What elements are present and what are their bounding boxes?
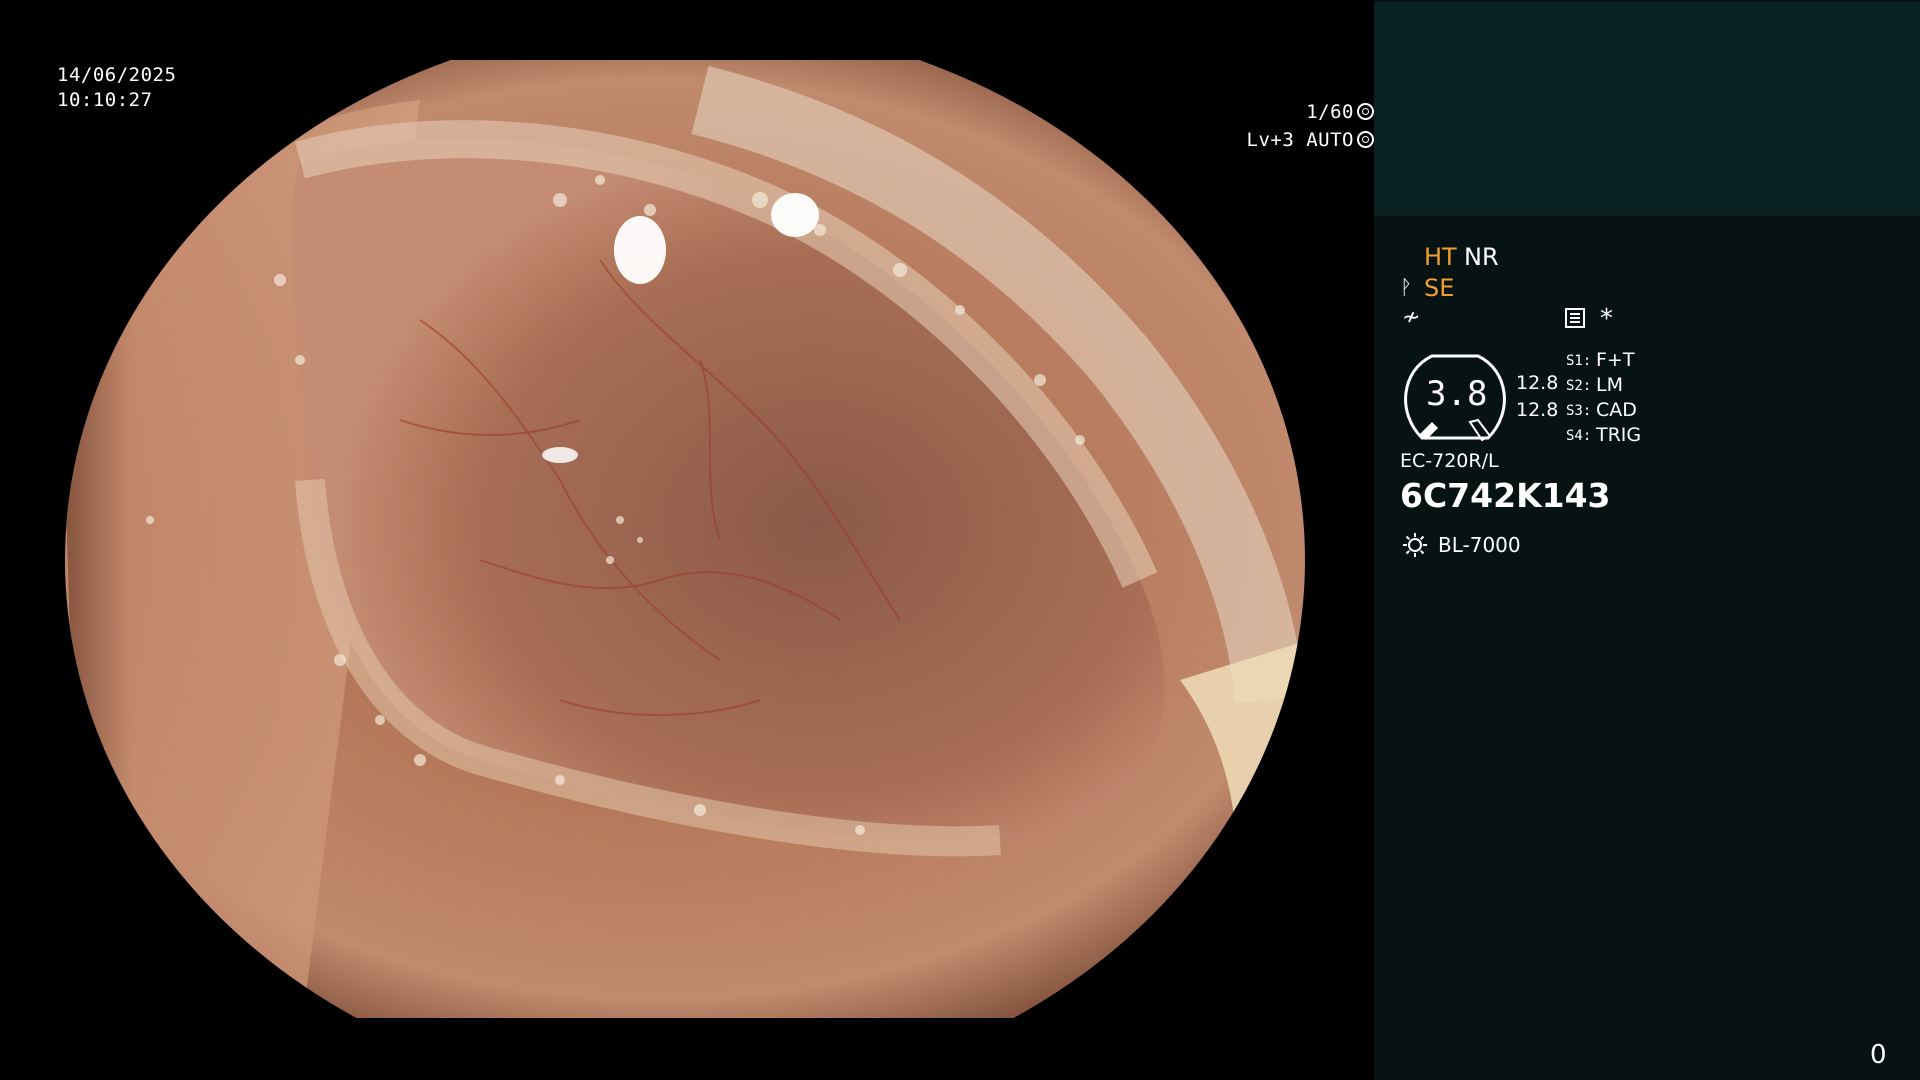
frame-counter: 0	[1870, 1040, 1887, 1070]
level-text: Lv+3 AUTO	[1246, 129, 1354, 151]
light-bulb-icon	[1403, 533, 1427, 557]
time-text: 10:10:27	[57, 89, 153, 111]
switch-3-key: S3:	[1566, 403, 1592, 419]
date-text: 14/06/2025	[57, 64, 177, 86]
gauge-value: 3.8	[1426, 374, 1488, 414]
status-panel: HT NR ᚹ SE ≁ * 3.8 12.8 12.8 S1: F+T S2:…	[1374, 0, 1920, 1080]
switch-3-value: CAD	[1596, 399, 1637, 421]
exposure-readout: 1/60 Lv+3 AUTO	[1247, 98, 1374, 154]
scissor-icon: ᚹ	[1400, 275, 1412, 299]
se-indicator: SE	[1424, 274, 1455, 302]
endoscopic-image	[0, 60, 1374, 1018]
freeze-icon: ≁	[1402, 305, 1421, 330]
menu-icon	[1565, 308, 1585, 328]
nr-indicator: NR	[1464, 243, 1499, 271]
panel-header-area	[1374, 2, 1920, 216]
iris-icon	[1357, 131, 1374, 148]
colon-mucosa-image	[65, 60, 1305, 1018]
scope-serial: 6C742K143	[1400, 476, 1611, 515]
date-time-readout: 14/06/2025 10:10:27	[57, 63, 176, 113]
switch-2-key: S2:	[1566, 378, 1592, 394]
switch-1-key: S1:	[1566, 353, 1592, 369]
endoscopy-screen: 14/06/2025 10:10:27 1/60 Lv+3 AUTO HT NR…	[0, 0, 1920, 1080]
asterisk-indicator: *	[1600, 304, 1613, 334]
switch-4-key: S4:	[1566, 428, 1592, 444]
gauge-right-value: 12.8	[1516, 399, 1559, 421]
switch-1-value: F+T	[1596, 349, 1635, 371]
ht-indicator: HT	[1424, 243, 1457, 271]
gauge-left-value: 12.8	[1516, 372, 1559, 394]
aperture-icon	[1357, 103, 1374, 120]
switch-4-value: TRIG	[1596, 424, 1642, 446]
light-source-label: BL-7000	[1438, 533, 1521, 557]
scope-model: EC-720R/L	[1400, 450, 1499, 472]
switch-2-value: LM	[1596, 374, 1623, 396]
shutter-text: 1/60	[1306, 101, 1354, 123]
